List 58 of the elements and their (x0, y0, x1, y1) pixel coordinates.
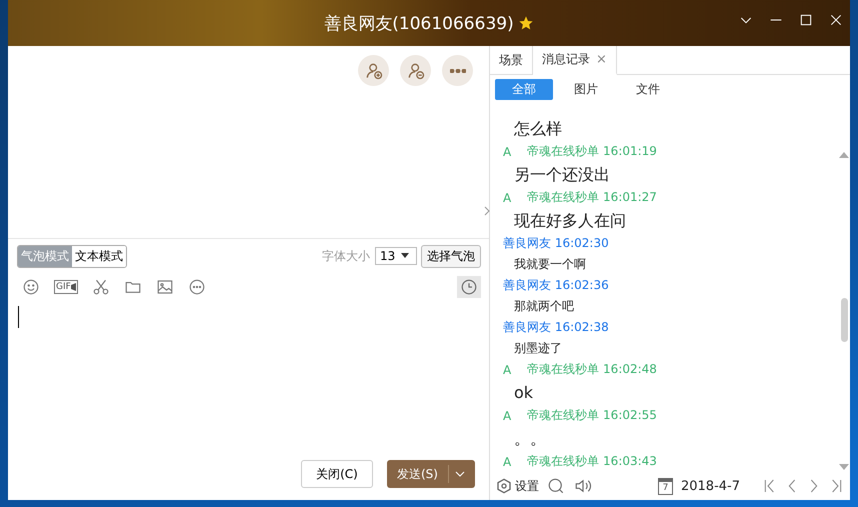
message-header: 善良网友 16:02:38 (503, 319, 609, 336)
message-header: 帝魂在线秒单 16:03:43 (527, 453, 657, 470)
message-text: ok (514, 383, 534, 402)
more-icon (450, 68, 466, 72)
add-person-button[interactable] (358, 55, 389, 86)
close-button[interactable]: 关闭(C) (301, 460, 373, 488)
message-header: 帝魂在线秒单 16:01:19 (527, 143, 657, 160)
gif-button[interactable]: GIF (54, 280, 78, 294)
search-icon[interactable] (547, 477, 565, 495)
calendar-day-badge: 7 (658, 478, 673, 494)
date-text: 2018-4-7 (680, 478, 740, 494)
message-header: 帝魂在线秒单 16:01:27 (527, 189, 657, 206)
maximize-icon[interactable] (798, 12, 814, 28)
smiley-icon[interactable] (22, 278, 40, 296)
font-size-label: 字体大小 (322, 248, 370, 264)
speaker-icon[interactable] (573, 477, 593, 495)
window-title: 善良网友(1061066639) (324, 12, 514, 34)
sender-tag: A (503, 144, 512, 158)
star-badge-icon (518, 15, 534, 31)
caret-icon (401, 253, 410, 259)
more-button[interactable] (442, 55, 473, 86)
message-header: 帝魂在线秒单 16:02:55 (527, 407, 657, 424)
tab-close-button[interactable]: × (596, 52, 607, 67)
message-header: 善良网友 16:02:36 (503, 277, 609, 294)
person-minus-icon (406, 60, 426, 80)
message-text: 那就两个吧 (514, 299, 574, 313)
scrollbar-thumb[interactable] (841, 298, 848, 342)
hexagon-icon (496, 478, 512, 494)
sender-tag: A (503, 454, 512, 468)
choose-bubble-button[interactable]: 选择气泡 (421, 244, 481, 268)
font-size-dropdown[interactable]: 13 (375, 247, 417, 265)
message-header: 帝魂在线秒单 16:02:48 (527, 361, 657, 378)
message-text: 我就要一个啊 (514, 257, 586, 271)
chevron-right-icon[interactable] (484, 206, 490, 216)
image-icon[interactable] (156, 278, 174, 296)
scissors-icon[interactable] (92, 278, 110, 296)
send-button[interactable]: 发送(S) (387, 460, 475, 488)
message-text: 。。 (514, 429, 546, 448)
add-person-icon (364, 60, 384, 80)
sender-tag: A (503, 408, 512, 422)
person-minus-button[interactable] (400, 55, 431, 86)
side-tab[interactable]: 消息记录 × (533, 46, 617, 75)
scroll-up-icon[interactable] (839, 152, 849, 158)
scroll-down-icon[interactable] (839, 464, 849, 470)
message-text: 别墨迹了 (514, 341, 562, 355)
message-header: 善良网友 16:02:30 (503, 235, 609, 252)
more-circle-icon[interactable] (188, 278, 206, 296)
settings-button[interactable]: 设置 (496, 478, 539, 494)
sender-tag: A (503, 362, 512, 376)
message-text: 另一个还没出 (514, 165, 610, 184)
message-text: 怎么样 (514, 119, 562, 138)
history-button[interactable] (457, 276, 481, 298)
message-text: 现在好多人在问 (514, 211, 626, 230)
sender-tag: A (503, 190, 512, 204)
close-icon[interactable] (828, 12, 844, 28)
caret-icon[interactable] (454, 471, 465, 477)
date-picker[interactable]: 7 2018-4-7 (658, 478, 740, 494)
mode-tab[interactable]: 文本模式 (72, 246, 126, 266)
